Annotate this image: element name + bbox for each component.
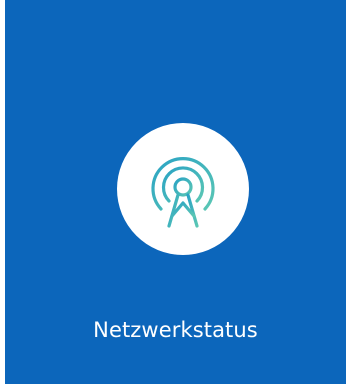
- antenna-broadcast-icon: [151, 157, 215, 228]
- tile-label: Netzwerkstatus: [93, 318, 258, 342]
- network-status-tile[interactable]: Netzwerkstatus: [5, 0, 346, 384]
- icon-circle: [117, 123, 249, 255]
